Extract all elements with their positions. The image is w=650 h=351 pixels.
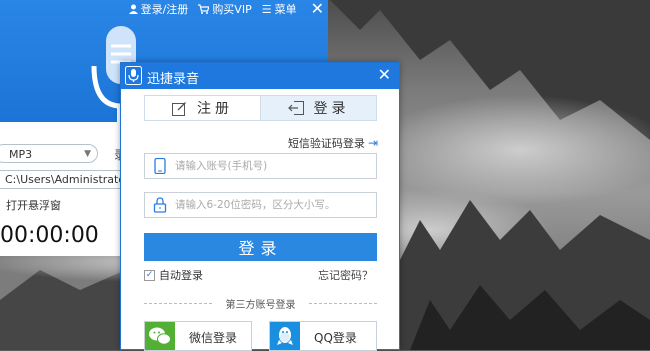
cart-icon: [198, 4, 210, 14]
auth-tabs: 注册 登录: [144, 95, 377, 121]
tab-register[interactable]: 注册: [145, 96, 260, 120]
auto-login-option[interactable]: ✓ 自动登录: [144, 267, 203, 283]
wechat-login-label: 微信登录: [189, 331, 238, 345]
recorder-top-bar: 登录/注册 购买VIP ☰ 菜单 ✕: [128, 0, 324, 18]
floating-window-option[interactable]: 打开悬浮窗: [6, 197, 61, 213]
forgot-password-link[interactable]: 忘记密码？: [318, 267, 373, 283]
sms-login-label: 短信验证码登录: [287, 137, 365, 150]
menu-button[interactable]: ☰ 菜单: [262, 1, 297, 17]
auto-login-label: 自动登录: [159, 269, 203, 282]
login-button[interactable]: 登录: [144, 233, 377, 261]
save-path-field[interactable]: C:\Users\Administrator\Desk: [0, 170, 122, 189]
dialog-title-bar: 迅捷录音 ✕: [121, 63, 399, 89]
buy-vip-label: 购买VIP: [212, 3, 252, 16]
tab-register-label: 注册: [197, 101, 233, 117]
account-field[interactable]: [144, 153, 377, 179]
app-logo-icon: [125, 66, 142, 85]
switch-arrow-icon: ⇥: [367, 136, 378, 150]
format-value: MP3: [9, 148, 33, 161]
login-register-link[interactable]: 登录/注册: [128, 1, 189, 17]
lock-icon: [153, 197, 167, 213]
wechat-login-button[interactable]: 微信登录: [144, 321, 252, 351]
chevron-down-icon: ▼: [84, 149, 91, 159]
password-input[interactable]: [175, 193, 370, 217]
password-field[interactable]: [144, 192, 377, 218]
qq-icon: [270, 322, 300, 350]
login-icon: [287, 101, 304, 115]
recorder-close-button[interactable]: ✕: [311, 1, 324, 17]
account-input[interactable]: [175, 154, 370, 178]
qq-login-label: QQ登录: [314, 331, 357, 345]
dialog-close-button[interactable]: ✕: [378, 66, 391, 84]
dialog-title: 迅捷录音: [147, 72, 200, 87]
format-select[interactable]: MP3 ▼: [0, 144, 98, 163]
login-register-label: 登录/注册: [140, 3, 189, 16]
tab-login[interactable]: 登录: [260, 96, 376, 120]
login-dialog: 迅捷录音 ✕ 注册 登录 短信验证码登录 ⇥ 登录 ✓ 自动登录 忘记密码？ 第…: [120, 62, 400, 351]
tab-login-label: 登录: [313, 101, 350, 117]
menu-icon: ☰: [261, 2, 272, 16]
buy-vip-link[interactable]: 购买VIP: [198, 1, 252, 17]
third-party-divider: 第三方账号登录: [144, 296, 377, 311]
wechat-icon: [145, 322, 175, 350]
qq-login-button[interactable]: QQ登录: [269, 321, 377, 351]
sms-login-link[interactable]: 短信验证码登录 ⇥: [288, 135, 378, 151]
phone-icon: [154, 158, 166, 174]
auto-login-checkbox[interactable]: ✓: [144, 269, 155, 281]
divider-line: [309, 303, 377, 304]
record-timer: 00:00:00: [0, 223, 99, 248]
edit-icon: [172, 101, 186, 116]
menu-label: 菜单: [274, 3, 297, 16]
user-icon: [128, 4, 138, 14]
